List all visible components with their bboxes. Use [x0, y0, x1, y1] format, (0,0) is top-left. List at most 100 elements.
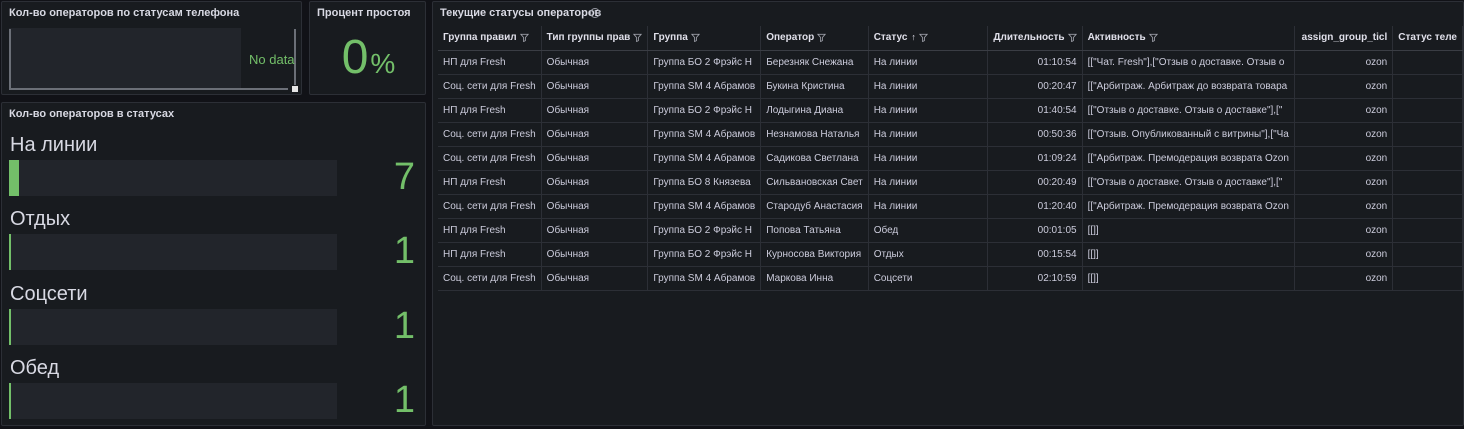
- table-cell: Обычная: [541, 74, 649, 99]
- table-cell: Обычная: [541, 242, 649, 267]
- status-row: Соцсети 1: [2, 283, 425, 357]
- table-cell: НП для Fresh: [438, 170, 542, 195]
- table-row[interactable]: Соц. сети для Fresh Обычная Группа SM 4 Аб…: [438, 194, 1463, 219]
- table-cell: Группа БО 8 Князева: [647, 170, 762, 195]
- status-label: На линии: [10, 134, 98, 156]
- stat-unit: %: [370, 48, 396, 79]
- table-row[interactable]: НП для Fresh Обычная Группа БО 8 Князева Си…: [438, 170, 1463, 195]
- info-icon[interactable]: i: [590, 8, 600, 18]
- resize-handle[interactable]: [292, 86, 298, 92]
- table-cell: Садикова Светлана: [760, 146, 869, 171]
- table-row[interactable]: НП для Fresh Обычная Группа БО 2 Фрэйс Н Ку…: [438, 242, 1463, 267]
- table-cell: [[]]: [1082, 218, 1295, 243]
- table-cell: Соц. сети для Fresh: [438, 194, 542, 219]
- table-cell: НП для Fresh: [438, 242, 542, 267]
- filter-icon[interactable]: [918, 33, 928, 43]
- table-cell: Группа SM 4 Абрамов: [647, 122, 762, 147]
- sort-ascending-icon[interactable]: ↑: [911, 32, 916, 42]
- table-cell: [1392, 218, 1463, 243]
- table-cell: ozon: [1294, 122, 1394, 147]
- table-cell: [1392, 242, 1463, 267]
- table-cell: [1392, 146, 1463, 171]
- table-cell: Обычная: [541, 218, 649, 243]
- table-cell: Стародуб Анастасия: [760, 194, 869, 219]
- table-cell: Группа SM 4 Абрамов: [647, 266, 762, 291]
- column-header-label: Группа правил: [443, 32, 517, 44]
- column-header-label: Группа: [653, 32, 688, 44]
- table-cell: 00:50:36: [987, 122, 1083, 147]
- column-header-label: Статус теле: [1398, 32, 1457, 44]
- column-header[interactable]: Группа правил: [438, 26, 542, 51]
- table-cell: [["Чат. Fresh"],["Отзыв о доставке. Отзы…: [1082, 50, 1295, 75]
- table-cell: Группа SM 4 Абрамов: [647, 74, 762, 99]
- panel-title: Кол-во операторов в статусах: [9, 108, 175, 120]
- x-axis-line: [9, 88, 288, 90]
- status-count: 1: [393, 305, 415, 347]
- table-cell: 02:10:59: [987, 266, 1083, 291]
- table-row[interactable]: НП для Fresh Обычная Группа БО 2 Фрэйс Н Ло…: [438, 98, 1463, 123]
- table-cell: [1392, 122, 1463, 147]
- column-header[interactable]: Длительность: [987, 26, 1083, 51]
- empty-chart-area: [9, 28, 241, 88]
- filter-icon[interactable]: [1148, 33, 1158, 43]
- filter-icon[interactable]: [1067, 33, 1077, 43]
- column-header[interactable]: Тип группы прав: [541, 26, 649, 51]
- column-header-label: Тип группы прав: [546, 32, 631, 44]
- column-header-label: Длительность: [993, 32, 1065, 44]
- table-cell: На линии: [868, 194, 989, 219]
- column-header[interactable]: assign_group_ticl: [1294, 26, 1394, 51]
- table-cell: На линии: [868, 98, 989, 123]
- table-cell: На линии: [868, 74, 989, 99]
- status-bar-fill: [9, 160, 19, 196]
- table-cell: ozon: [1294, 98, 1394, 123]
- status-label: Отдых: [10, 208, 71, 230]
- table-row[interactable]: Соц. сети для Fresh Обычная Группа SM 4 Аб…: [438, 74, 1463, 99]
- filter-icon[interactable]: [519, 33, 529, 43]
- table-cell: 01:10:54: [987, 50, 1083, 75]
- column-header[interactable]: Статус теле: [1392, 26, 1463, 51]
- status-bar-fill: [9, 309, 11, 345]
- table-cell: 01:40:54: [987, 98, 1083, 123]
- table-cell: ozon: [1294, 266, 1394, 291]
- table-cell: На линии: [868, 146, 989, 171]
- table-cell: НП для Fresh: [438, 50, 542, 75]
- table-cell: [["Отзыв. Опубликованный с витрины"],["Ч…: [1082, 122, 1295, 147]
- status-row: На линии 7: [2, 134, 425, 208]
- table-row[interactable]: Соц. сети для Fresh Обычная Группа SM 4 Аб…: [438, 146, 1463, 171]
- table-row[interactable]: Соц. сети для Fresh Обычная Группа SM 4 Аб…: [438, 266, 1463, 291]
- table-row[interactable]: НП для Fresh Обычная Группа БО 2 Фрэйс Н По…: [438, 218, 1463, 243]
- table-cell: [1392, 74, 1463, 99]
- table-cell: Группа БО 2 Фрэйс Н: [647, 242, 762, 267]
- stat-number: 0: [341, 31, 369, 84]
- table-cell: [1392, 194, 1463, 219]
- filter-icon[interactable]: [817, 33, 827, 43]
- column-header[interactable]: Оператор: [760, 26, 869, 51]
- table-cell: Соц. сети для Fresh: [438, 122, 542, 147]
- table-cell: 01:09:24: [987, 146, 1083, 171]
- table-cell: Березняк Снежана: [760, 50, 869, 75]
- table-cell: [[]]: [1082, 242, 1295, 267]
- table-cell: [1392, 170, 1463, 195]
- table-cell: На линии: [868, 50, 989, 75]
- table-cell: Незнамова Наталья: [760, 122, 869, 147]
- table-row[interactable]: НП для Fresh Обычная Группа БО 2 Фрэйс Н Бе…: [438, 50, 1463, 75]
- filter-icon[interactable]: [633, 33, 643, 43]
- idle-percent-value: 0%: [310, 31, 425, 90]
- status-count: 7: [393, 156, 415, 198]
- column-header[interactable]: Активность: [1082, 26, 1295, 51]
- table-cell: Группа БО 2 Фрэйс Н: [647, 50, 762, 75]
- filter-icon[interactable]: [690, 33, 700, 43]
- table-cell: Соц. сети для Fresh: [438, 266, 542, 291]
- table-row[interactable]: Соц. сети для Fresh Обычная Группа SM 4 Аб…: [438, 122, 1463, 147]
- table-cell: [1392, 98, 1463, 123]
- table-cell: Обед: [868, 218, 989, 243]
- column-header-label: Статус: [873, 32, 908, 44]
- column-header[interactable]: Группа: [647, 26, 762, 51]
- table-cell: [[]]: [1082, 266, 1295, 291]
- table-cell: ozon: [1294, 146, 1394, 171]
- column-header-label: assign_group_ticl: [1301, 32, 1388, 44]
- y-axis-line: [9, 29, 11, 89]
- column-header[interactable]: Статус ↑: [868, 26, 989, 51]
- table-cell: 01:20:40: [987, 194, 1083, 219]
- table-cell: ozon: [1294, 218, 1394, 243]
